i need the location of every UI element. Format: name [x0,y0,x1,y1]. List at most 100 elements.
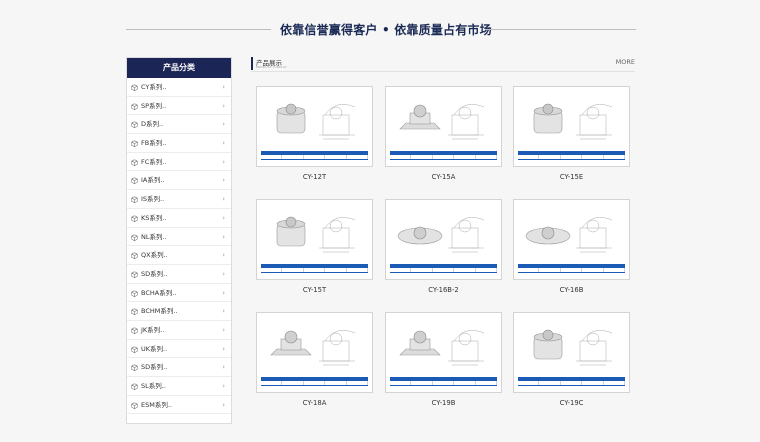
sidebar-item-label: IS系列.. [141,195,165,204]
product-name[interactable]: CY-18A [256,399,373,407]
chevron-right-icon: › [222,288,225,297]
product-photo [276,103,356,140]
product-thumbnail[interactable] [385,199,502,280]
product-card[interactable]: CY-19C [513,312,630,407]
product-photo [399,104,485,140]
sidebar-item-label: SD系列.. [141,269,168,278]
product-thumbnail[interactable] [513,86,630,167]
product-thumbnail[interactable] [385,312,502,393]
sidebar-item[interactable]: IS系列.. › [127,190,231,209]
product-photo [533,329,613,366]
product-name[interactable]: CY-19B [385,399,502,407]
chevron-right-icon: › [222,176,225,185]
product-thumbnail[interactable] [385,86,502,167]
spec-table [261,264,369,274]
product-thumbnail[interactable] [513,199,630,280]
product-card[interactable]: CY-12T [256,86,373,181]
sidebar-item-label: KS系列.. [141,213,167,222]
product-name[interactable]: CY-15E [513,173,630,181]
section-accent-bar [251,57,253,70]
sidebar-item-label: QX系列.. [141,251,168,260]
sidebar-item[interactable]: BCHA系列.. › [127,284,231,303]
sidebar-item-label: JK系列.. [141,325,165,334]
sidebar-item[interactable]: NL系列.. › [127,228,231,247]
cube-icon [131,84,138,91]
sidebar-item[interactable]: QX系列.. › [127,246,231,265]
product-thumbnail[interactable] [256,199,373,280]
product-photo [399,330,485,366]
chevron-right-icon: › [222,139,225,148]
product-name[interactable]: CY-19C [513,399,630,407]
slogan-text: 依靠信誉赢得客户 • 依靠质量占有市场 [280,23,492,37]
more-link[interactable]: MORE [616,58,635,66]
product-card[interactable]: CY-16B-2 [385,199,502,294]
sidebar-title: 产品分类 [127,58,231,78]
product-thumbnail[interactable] [256,86,373,167]
product-name[interactable]: CY-16B-2 [385,286,502,294]
cube-icon [131,159,138,166]
product-card[interactable]: CY-18A [256,312,373,407]
sidebar-item-label: CY系列.. [141,83,167,91]
sidebar-item[interactable]: IA系列.. › [127,171,231,191]
product-name[interactable]: CY-15A [385,173,502,181]
section-header: 产品展示 PRODUCT DISPLAY MORE [251,57,635,71]
product-photo [525,217,613,253]
product-card[interactable]: CY-15A [385,86,502,181]
chevron-right-icon: › [222,344,225,353]
product-thumbnail[interactable] [256,312,373,393]
cube-icon [131,177,138,185]
sidebar-item[interactable]: ESM系列.. › [127,396,231,415]
cube-icon [131,140,138,148]
sidebar-item-label: NL系列.. [141,232,167,241]
product-name[interactable]: CY-12T [256,173,373,181]
product-photo [276,216,356,253]
product-card[interactable]: CY-15E [513,86,630,181]
sidebar-item[interactable]: BCHM系列.. › [127,302,231,321]
sidebar-item[interactable]: SD系列.. › [127,265,231,284]
product-photo [270,330,356,366]
sidebar-item-label: FB系列.. [141,139,167,148]
chevron-right-icon: › [222,157,225,166]
cube-icon [131,103,138,110]
cube-icon [131,346,138,353]
sidebar-item[interactable]: FB系列.. › [127,134,231,153]
product-name[interactable]: CY-16B [513,286,630,294]
product-card[interactable]: CY-16B [513,199,630,294]
sidebar-item[interactable]: CY系列.. › [127,78,231,97]
sidebar-item[interactable]: FC系列.. › [127,153,231,172]
chevron-right-icon: › [222,251,225,260]
sidebar-item[interactable]: UK系列.. › [127,340,231,359]
spec-table [261,151,369,161]
chevron-right-icon: › [222,400,225,409]
sidebar-item[interactable]: KS系列.. › [127,209,231,228]
cube-icon [131,402,138,409]
chevron-right-icon: › [222,269,225,278]
sidebar-item-label: SL系列.. [141,382,166,390]
sidebar-item-label: D系列.. [141,120,164,129]
sidebar-item[interactable]: SL系列.. › [127,377,231,396]
product-card[interactable]: CY-15T [256,199,373,294]
sidebar-item[interactable]: JK系列.. › [127,321,231,340]
category-sidebar: 产品分类 CY系列.. › SP系列.. › D系列.. › FB系列.. › FC系列.. › I… [126,57,232,424]
slogan-divider-right [486,29,636,30]
slogan-divider-left [126,29,271,30]
spec-table [390,264,498,274]
sidebar-item-label: FC系列.. [141,157,167,166]
sidebar-item-label: IA系列.. [141,176,165,185]
product-name[interactable]: CY-15T [256,286,373,294]
product-thumbnail[interactable] [513,312,630,393]
cube-icon [131,289,138,297]
chevron-right-icon: › [222,382,225,390]
sidebar-item[interactable]: SD系列.. › [127,358,231,377]
slogan-banner: 依靠信誉赢得客户 • 依靠质量占有市场 [0,21,760,39]
section-divider [251,71,635,72]
cube-icon [131,196,138,204]
sidebar-item[interactable]: D系列.. › [127,115,231,135]
product-card[interactable]: CY-19B [385,312,502,407]
cube-icon [131,383,138,390]
chevron-right-icon: › [222,325,225,334]
sidebar-item[interactable]: SP系列.. › [127,97,231,116]
chevron-right-icon: › [222,307,225,316]
spec-table [518,264,626,274]
spec-table [518,151,626,161]
